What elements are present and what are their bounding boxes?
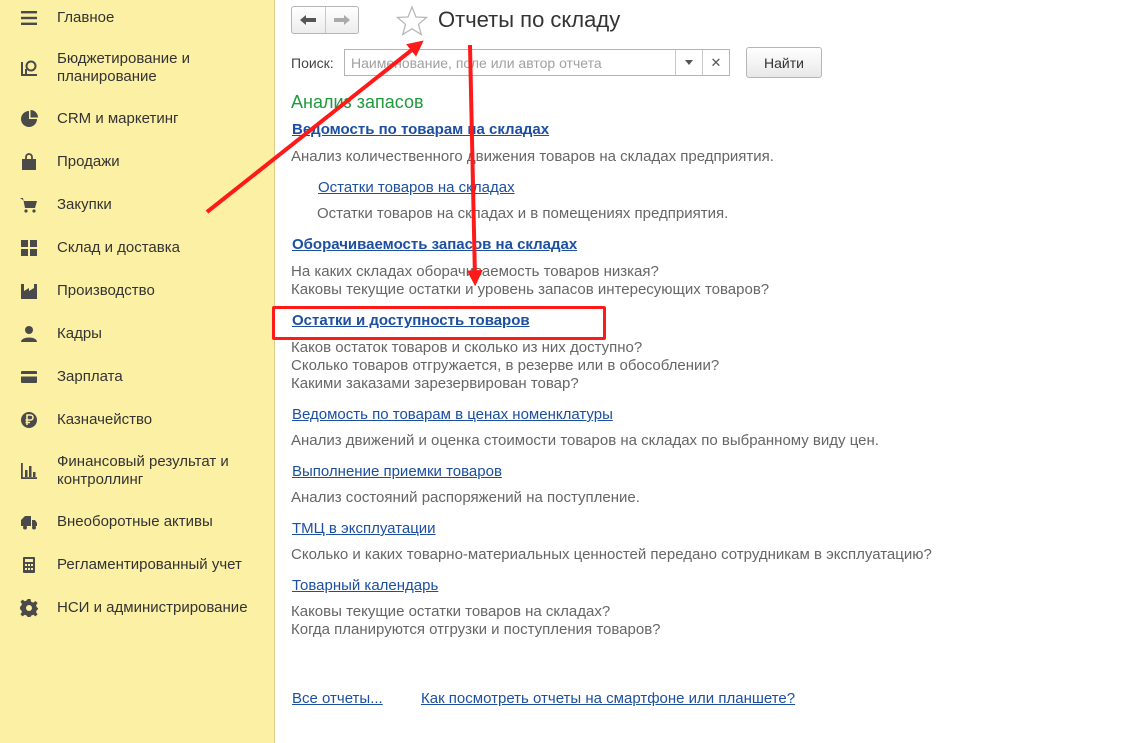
sidebar-item-crm[interactable]: CRM и маркетинг [0,109,274,129]
shopping-bag-icon [19,152,39,172]
page-title: Отчеты по складу [438,7,621,32]
sidebar-item-production[interactable]: Производство [0,281,274,301]
report-description: Каковы текущие остатки и уровень запасов… [291,281,770,298]
search-label: Поиск: [291,55,334,71]
warehouse-grid-icon [19,238,39,258]
mobile-help-link[interactable]: Как посмотреть отчеты на смартфоне или п… [421,690,795,707]
menu-icon [19,8,39,28]
sidebar-item-label: Главное [57,9,115,26]
report-description: На каких складах оборачиваемость товаров… [291,263,659,280]
sidebar-item-label: Регламентированный учет [57,556,242,573]
sidebar-item-main[interactable]: Главное [0,8,274,28]
report-description: Анализ состояний распоряжений на поступл… [291,489,640,506]
truck-icon [19,512,39,532]
sidebar-item-salary[interactable]: Зарплата [0,367,274,387]
sidebar-item-warehouse[interactable]: Склад и доставка [0,238,274,258]
report-description: Сколько товаров отгружается, в резерве и… [291,357,720,374]
sidebar-item-label: Финансовый результат и контроллинг [57,453,229,488]
report-description: Какими заказами зарезервирован товар? [291,375,579,392]
report-link[interactable]: Оборачиваемость запасов на складах [292,236,577,253]
sidebar-item-label: Производство [57,282,155,299]
sidebar-item-label: Кадры [57,325,102,342]
sidebar-item-fixed-assets[interactable]: Внеоборотные активы [0,512,274,532]
report-link[interactable]: Выполнение приемки товаров [292,463,502,480]
bar-chart-icon [19,461,39,481]
section-title: Анализ запасов [291,92,424,112]
pie-chart-icon [19,109,39,129]
report-description: Каковы текущие остатки товаров на склада… [291,603,611,620]
forward-button[interactable] [324,7,359,33]
report-description: Когда планируются отгрузки и поступления… [291,621,661,638]
report-description: Анализ движений и оценка стоимости товар… [291,432,879,449]
card-icon [19,367,39,387]
search-field: ✕ [344,49,730,76]
report-description: Анализ количественного движения товаров … [291,148,774,165]
chevron-down-icon [685,60,693,65]
search-dropdown-button[interactable] [675,50,702,75]
sidebar-item-label: CRM и маркетинг [57,110,179,127]
report-link[interactable]: Остатки товаров на складах [318,179,515,196]
report-description: Каков остаток товаров и сколько из них д… [291,339,643,356]
gear-icon [19,598,39,618]
sidebar-item-label: Продажи [57,153,120,170]
sidebar-item-label: Внеоборотные активы [57,513,213,530]
sidebar-item-financial-result[interactable]: Финансовый результат и контроллинг [0,453,274,489]
star-icon[interactable] [396,5,428,37]
find-button[interactable]: Найти [746,47,822,78]
back-button[interactable] [292,7,325,33]
report-link[interactable]: Ведомость по товарам в ценах номенклатур… [292,406,613,423]
sidebar-item-regulated-accounting[interactable]: Регламентированный учет [0,555,274,575]
navigation-buttons [291,6,359,34]
report-link[interactable]: Товарный календарь [292,577,438,594]
sidebar-item-budgeting[interactable]: Бюджетирование и планирование [0,50,274,86]
report-description: Остатки товаров на складах и в помещения… [317,205,729,222]
sidebar-item-admin[interactable]: НСИ и администрирование [0,598,274,618]
person-icon [19,324,39,344]
sidebar-item-sales[interactable]: Продажи [0,152,274,172]
search-clear-button[interactable]: ✕ [702,50,729,75]
arrow-right-icon [333,15,350,25]
sidebar-item-label: Склад и доставка [57,239,180,256]
sidebar-item-label: Зарплата [57,368,123,385]
report-description: Сколько и каких товарно-материальных цен… [291,546,932,563]
sidebar-item-treasury[interactable]: Казначейство [0,410,274,430]
arrow-left-icon [300,15,317,25]
sidebar-item-label: Бюджетирование и планирование [57,50,191,85]
report-link[interactable]: ТМЦ в эксплуатации [292,520,436,537]
sidebar-item-label: Казначейство [57,411,153,428]
factory-icon [19,281,39,301]
calculator-icon [19,555,39,575]
all-reports-link[interactable]: Все отчеты... [292,690,383,707]
sidebar-item-hr[interactable]: Кадры [0,324,274,344]
budget-chart-icon [19,58,39,78]
annotation-highlight-box [272,306,606,340]
ruble-coin-icon [19,410,39,430]
sidebar: Главное Бюджетирование и планирование CR… [0,0,275,743]
close-icon: ✕ [710,54,722,70]
sidebar-item-label: НСИ и администрирование [57,599,248,616]
report-link[interactable]: Ведомость по товарам на складах [292,121,549,138]
main-content: Отчеты по складу Поиск: ✕ Найти Анализ з… [272,0,1140,743]
cart-icon [19,195,39,215]
sidebar-item-purchases[interactable]: Закупки [0,195,274,215]
sidebar-item-label: Закупки [57,196,112,213]
search-input[interactable] [345,50,675,75]
